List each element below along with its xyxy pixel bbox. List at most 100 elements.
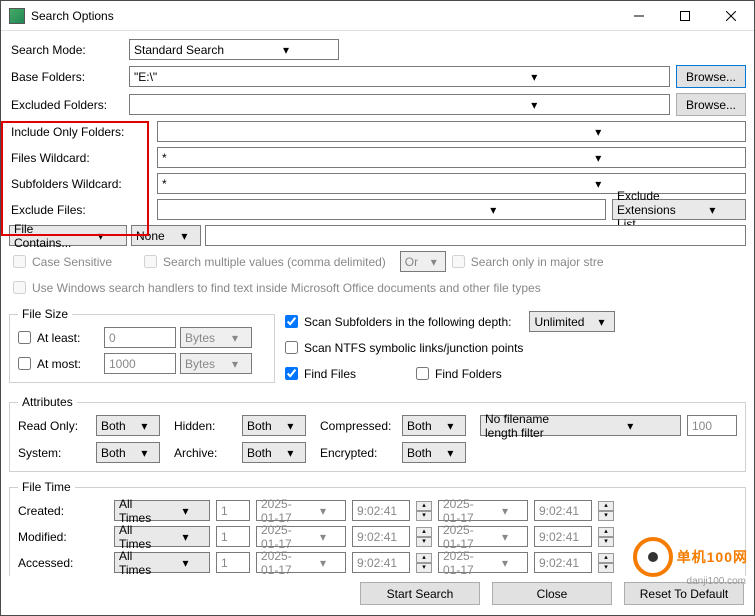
close-button[interactable] xyxy=(708,1,754,31)
base-folders-input[interactable]: "E:\"▾ xyxy=(129,66,670,87)
find-folders-label: Find Folders xyxy=(435,367,502,381)
spin-up[interactable]: ▴ xyxy=(416,501,432,511)
use-windows-checkbox[interactable] xyxy=(13,281,26,294)
spin-down[interactable]: ▾ xyxy=(416,537,432,547)
scan-subfolders-checkbox[interactable] xyxy=(285,315,298,328)
accessed-mode[interactable]: All Times▾ xyxy=(114,552,210,573)
spin-up[interactable]: ▴ xyxy=(416,527,432,537)
modified-mode[interactable]: All Times▾ xyxy=(114,526,210,547)
file-size-legend: File Size xyxy=(18,307,72,321)
spin-down[interactable]: ▾ xyxy=(598,511,614,521)
modified-date1[interactable]: 2025-01-17▾ xyxy=(256,526,346,547)
close-dialog-button[interactable]: Close xyxy=(492,582,612,605)
modified-time2[interactable] xyxy=(534,526,592,547)
use-windows-label: Use Windows search handlers to find text… xyxy=(32,281,541,295)
filename-length-input[interactable] xyxy=(687,415,737,436)
archive-select[interactable]: Both▾ xyxy=(242,442,306,463)
attributes-legend: Attributes xyxy=(18,395,77,409)
maximize-button[interactable] xyxy=(662,1,708,31)
created-mode[interactable]: All Times▾ xyxy=(114,500,210,521)
accessed-date1[interactable]: 2025-01-17▾ xyxy=(256,552,346,573)
accessed-count[interactable] xyxy=(216,552,250,573)
at-least-unit[interactable]: Bytes▾ xyxy=(180,327,252,348)
hidden-select[interactable]: Both▾ xyxy=(242,415,306,436)
archive-label: Archive: xyxy=(174,446,236,460)
browse-excluded-button[interactable]: Browse... xyxy=(676,93,746,116)
created-date2[interactable]: 2025-01-17▾ xyxy=(438,500,528,521)
search-mode-label: Search Mode: xyxy=(9,43,129,57)
excluded-folders-label: Excluded Folders: xyxy=(9,98,129,112)
search-mode-select[interactable]: Standard Search▾ xyxy=(129,39,339,60)
include-only-label: Include Only Folders: xyxy=(9,125,157,139)
minimize-button[interactable] xyxy=(616,1,662,31)
titlebar: Search Options xyxy=(1,1,754,31)
hidden-label: Hidden: xyxy=(174,419,236,433)
accessed-date2[interactable]: 2025-01-17▾ xyxy=(438,552,528,573)
include-only-input[interactable]: ▾ xyxy=(157,121,746,142)
exclude-files-input[interactable]: ▾ xyxy=(157,199,606,220)
at-most-checkbox[interactable] xyxy=(18,357,31,370)
encoding-select[interactable]: None▾ xyxy=(131,225,201,246)
system-select[interactable]: Both▾ xyxy=(96,442,160,463)
search-multi-checkbox[interactable] xyxy=(144,255,157,268)
at-least-label: At least: xyxy=(37,331,80,345)
created-label: Created: xyxy=(18,504,108,518)
exclude-files-label: Exclude Files: xyxy=(9,203,157,217)
app-icon xyxy=(9,8,25,24)
case-sensitive-checkbox[interactable] xyxy=(13,255,26,268)
compressed-select[interactable]: Both▾ xyxy=(402,415,466,436)
encrypted-label: Encrypted: xyxy=(320,446,396,460)
compressed-label: Compressed: xyxy=(320,419,396,433)
at-most-input[interactable] xyxy=(104,353,176,374)
modified-count[interactable] xyxy=(216,526,250,547)
scan-ntfs-checkbox[interactable] xyxy=(285,341,298,354)
read-only-select[interactable]: Both▾ xyxy=(96,415,160,436)
modified-label: Modified: xyxy=(18,530,108,544)
spin-up[interactable]: ▴ xyxy=(598,527,614,537)
spin-up[interactable]: ▴ xyxy=(416,553,432,563)
watermark-url: danji100.com xyxy=(687,576,746,587)
find-files-label: Find Files xyxy=(304,367,356,381)
spin-up[interactable]: ▴ xyxy=(598,501,614,511)
or-select[interactable]: Or▾ xyxy=(400,251,446,272)
modified-date2[interactable]: 2025-01-17▾ xyxy=(438,526,528,547)
created-date1[interactable]: 2025-01-17▾ xyxy=(256,500,346,521)
spin-down[interactable]: ▾ xyxy=(598,563,614,573)
spin-up[interactable]: ▴ xyxy=(598,553,614,563)
search-major-checkbox[interactable] xyxy=(452,255,465,268)
at-least-input[interactable] xyxy=(104,327,176,348)
encrypted-select[interactable]: Both▾ xyxy=(402,442,466,463)
accessed-label: Accessed: xyxy=(18,556,108,570)
file-time-legend: File Time xyxy=(18,480,75,494)
created-count[interactable] xyxy=(216,500,250,521)
accessed-time2[interactable] xyxy=(534,552,592,573)
at-most-unit[interactable]: Bytes▾ xyxy=(180,353,252,374)
accessed-time1[interactable] xyxy=(352,552,410,573)
spin-down[interactable]: ▾ xyxy=(416,511,432,521)
modified-time1[interactable] xyxy=(352,526,410,547)
file-contains-select[interactable]: File Contains...▾ xyxy=(9,225,127,246)
find-files-checkbox[interactable] xyxy=(285,367,298,380)
created-time1[interactable] xyxy=(352,500,410,521)
find-folders-checkbox[interactable] xyxy=(416,367,429,380)
file-contains-input[interactable] xyxy=(205,225,746,246)
case-sensitive-label: Case Sensitive xyxy=(32,255,112,269)
exclude-ext-list-select[interactable]: Exclude Extensions List▾ xyxy=(612,199,746,220)
excluded-folders-input[interactable]: ▾ xyxy=(129,94,670,115)
created-time2[interactable] xyxy=(534,500,592,521)
window-title: Search Options xyxy=(31,9,616,23)
filename-length-filter[interactable]: No filename length filter▾ xyxy=(480,415,681,436)
search-major-label: Search only in major stre xyxy=(471,255,604,269)
browse-base-button[interactable]: Browse... xyxy=(676,65,746,88)
read-only-label: Read Only: xyxy=(18,419,90,433)
at-least-checkbox[interactable] xyxy=(18,331,31,344)
files-wildcard-label: Files Wildcard: xyxy=(9,151,157,165)
files-wildcard-input[interactable]: *▾ xyxy=(157,147,746,168)
subfolders-wildcard-label: Subfolders Wildcard: xyxy=(9,177,157,191)
spin-down[interactable]: ▾ xyxy=(598,537,614,547)
depth-select[interactable]: Unlimited▾ xyxy=(529,311,615,332)
spin-down[interactable]: ▾ xyxy=(416,563,432,573)
base-folders-label: Base Folders: xyxy=(9,70,129,84)
system-label: System: xyxy=(18,446,90,460)
start-search-button[interactable]: Start Search xyxy=(360,582,480,605)
